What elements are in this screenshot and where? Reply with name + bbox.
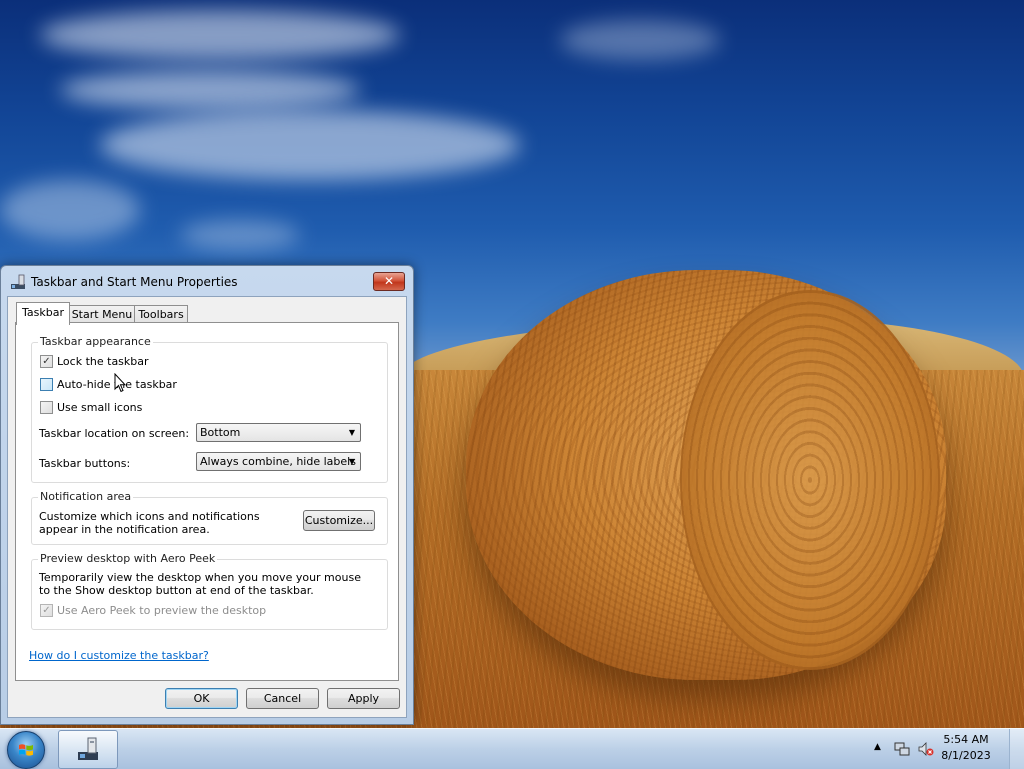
volume-muted-icon[interactable] — [918, 741, 934, 757]
cloud — [180, 220, 300, 250]
buttons-value: Always combine, hide labels — [200, 455, 356, 468]
lock-taskbar-label: Lock the taskbar — [57, 355, 149, 368]
start-button[interactable] — [7, 731, 45, 769]
aero-peek-checkbox[interactable]: ✓ — [40, 604, 53, 617]
mouse-pointer-icon — [114, 373, 126, 393]
location-dropdown[interactable]: Bottom ▼ — [196, 423, 361, 442]
dialog-title: Taskbar and Start Menu Properties — [31, 275, 238, 289]
notification-area-group: Notification area Customize which icons … — [31, 490, 388, 545]
aero-peek-description: Temporarily view the desktop when you mo… — [39, 571, 361, 597]
help-link[interactable]: How do I customize the taskbar? — [29, 649, 209, 662]
location-value: Bottom — [200, 426, 241, 439]
taskbar: ▲ 5:54 AM 8/1/2023 — [0, 728, 1024, 769]
tab-taskbar[interactable]: Taskbar — [16, 302, 70, 325]
buttons-dropdown[interactable]: Always combine, hide labels ▼ — [196, 452, 361, 471]
clock[interactable]: 5:54 AM 8/1/2023 — [936, 732, 996, 764]
taskbar-properties-icon — [78, 737, 98, 760]
auto-hide-checkbox[interactable] — [40, 378, 53, 391]
cloud — [0, 180, 140, 240]
small-icons-checkbox[interactable] — [40, 401, 53, 414]
notification-description: Customize which icons and notifications … — [39, 510, 260, 536]
apply-button[interactable]: Apply — [327, 688, 400, 709]
notification-area: ▲ 5:54 AM 8/1/2023 — [864, 729, 1024, 769]
customize-button[interactable]: Customize... — [303, 510, 375, 531]
cancel-button[interactable]: Cancel — [246, 688, 319, 709]
ok-button[interactable]: OK — [165, 688, 238, 709]
taskbar-appearance-group: Taskbar appearance ✓ Lock the taskbar Au… — [31, 335, 388, 483]
windows-logo-icon — [19, 744, 33, 756]
chevron-down-icon: ▼ — [348, 428, 355, 437]
aero-peek-row[interactable]: ✓ Use Aero Peek to preview the desktop — [40, 603, 266, 618]
group-title: Taskbar appearance — [38, 335, 153, 348]
dialog-body: Taskbar Start Menu Toolbars Taskbar appe… — [7, 296, 407, 718]
taskbar-tab-page: Taskbar appearance ✓ Lock the taskbar Au… — [15, 322, 399, 681]
location-label: Taskbar location on screen: — [39, 427, 190, 440]
close-button[interactable]: ✕ — [373, 272, 405, 291]
show-hidden-icons-icon[interactable]: ▲ — [874, 742, 881, 752]
aero-peek-label: Use Aero Peek to preview the desktop — [57, 604, 267, 617]
buttons-label: Taskbar buttons: — [39, 457, 131, 470]
lock-taskbar-checkbox[interactable]: ✓ — [40, 355, 53, 368]
lock-taskbar-row[interactable]: ✓ Lock the taskbar — [40, 354, 149, 369]
show-desktop-button[interactable] — [1009, 729, 1024, 769]
title-bar[interactable]: Taskbar and Start Menu Properties ✕ — [1, 266, 413, 296]
clock-date: 8/1/2023 — [941, 749, 991, 762]
aero-peek-group: Preview desktop with Aero Peek Temporari… — [31, 552, 388, 630]
cloud — [60, 70, 360, 110]
small-icons-label: Use small icons — [57, 401, 143, 414]
cloud — [40, 10, 400, 60]
cloud — [560, 20, 720, 60]
network-icon[interactable] — [894, 741, 910, 757]
clock-time: 5:54 AM — [943, 733, 989, 746]
taskbar-properties-dialog: Taskbar and Start Menu Properties ✕ Task… — [0, 265, 414, 725]
hay-bale-face — [680, 290, 940, 670]
group-title: Preview desktop with Aero Peek — [38, 552, 218, 565]
auto-hide-row[interactable]: Auto-hide the taskbar — [40, 377, 177, 392]
group-title: Notification area — [38, 490, 134, 503]
small-icons-row[interactable]: Use small icons — [40, 400, 142, 415]
cloud — [100, 110, 520, 180]
taskbar-properties-icon — [11, 274, 25, 289]
taskbar-properties-task-button[interactable] — [58, 730, 118, 769]
chevron-down-icon: ▼ — [348, 457, 355, 466]
